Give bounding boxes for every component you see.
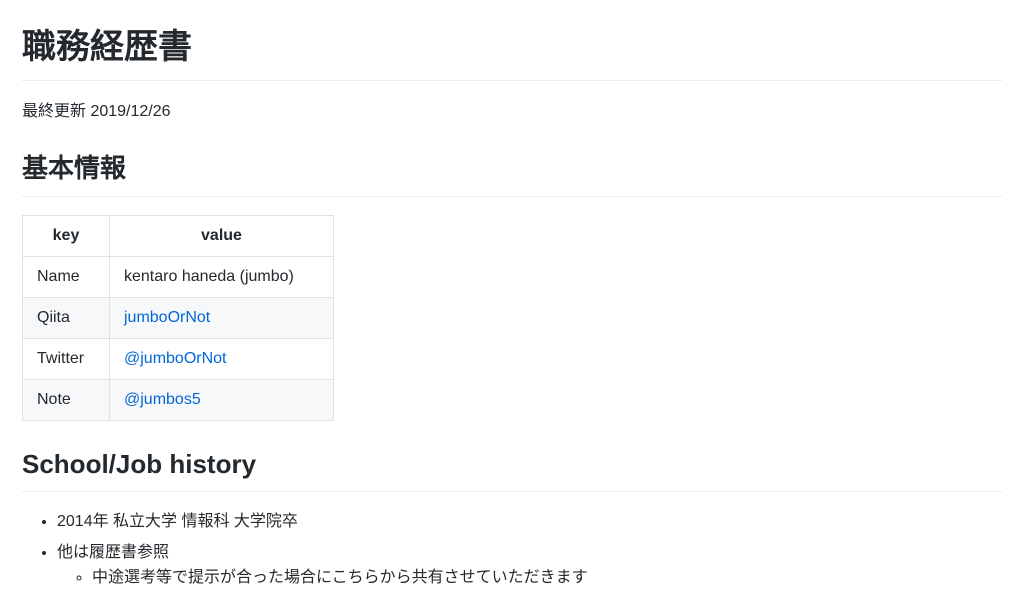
- history-heading: School/Job history: [22, 447, 1002, 492]
- row-value: @jumboOrNot: [109, 338, 334, 380]
- history-sublist: 中途選考等で提示が合った場合にこちらから共有させていただきます: [57, 566, 1002, 590]
- twitter-link[interactable]: @jumboOrNot: [124, 350, 227, 367]
- list-item: 中途選考等で提示が合った場合にこちらから共有させていただきます: [92, 566, 1002, 590]
- table-header-row: key value: [22, 215, 334, 257]
- row-value: kentaro haneda (jumbo): [109, 256, 334, 298]
- table-row: Name kentaro haneda (jumbo): [22, 256, 334, 298]
- history-subitem-text: 中途選考等で提示が合った場合にこちらから共有させていただきます: [92, 569, 588, 586]
- qiita-link[interactable]: jumboOrNot: [124, 309, 210, 326]
- row-key: Name: [22, 256, 110, 298]
- history-item-text: 他は履歴書参照: [57, 544, 170, 561]
- key-column-header: key: [22, 215, 110, 257]
- table-row: Qiita jumboOrNot: [22, 297, 334, 339]
- row-value: jumboOrNot: [109, 297, 334, 339]
- row-key: Note: [22, 379, 110, 421]
- history-list: 2014年 私立大学 情報科 大学院卒 他は履歴書参照 中途選考等で提示が合った…: [22, 510, 1002, 590]
- note-link[interactable]: @jumbos5: [124, 391, 201, 408]
- value-column-header: value: [109, 215, 334, 257]
- table-row: Twitter @jumboOrNot: [22, 338, 334, 380]
- last-updated: 最終更新 2019/12/26: [22, 103, 171, 120]
- basic-info-heading: 基本情報: [22, 151, 1002, 197]
- row-key: Twitter: [22, 338, 110, 380]
- page-title: 職務経歴書: [22, 0, 1002, 81]
- table-row: Note @jumbos5: [22, 379, 334, 421]
- row-key: Qiita: [22, 297, 110, 339]
- markdown-page: 職務経歴書 最終更新 2019/12/26 基本情報 key value Nam…: [0, 0, 1024, 614]
- list-item: 2014年 私立大学 情報科 大学院卒: [57, 510, 1002, 534]
- history-item-text: 2014年 私立大学 情報科 大学院卒: [57, 513, 298, 530]
- list-item: 他は履歴書参照 中途選考等で提示が合った場合にこちらから共有させていただきます: [57, 541, 1002, 590]
- row-value: @jumbos5: [109, 379, 334, 421]
- basic-info-table: key value Name kentaro haneda (jumbo) Qi…: [22, 215, 334, 421]
